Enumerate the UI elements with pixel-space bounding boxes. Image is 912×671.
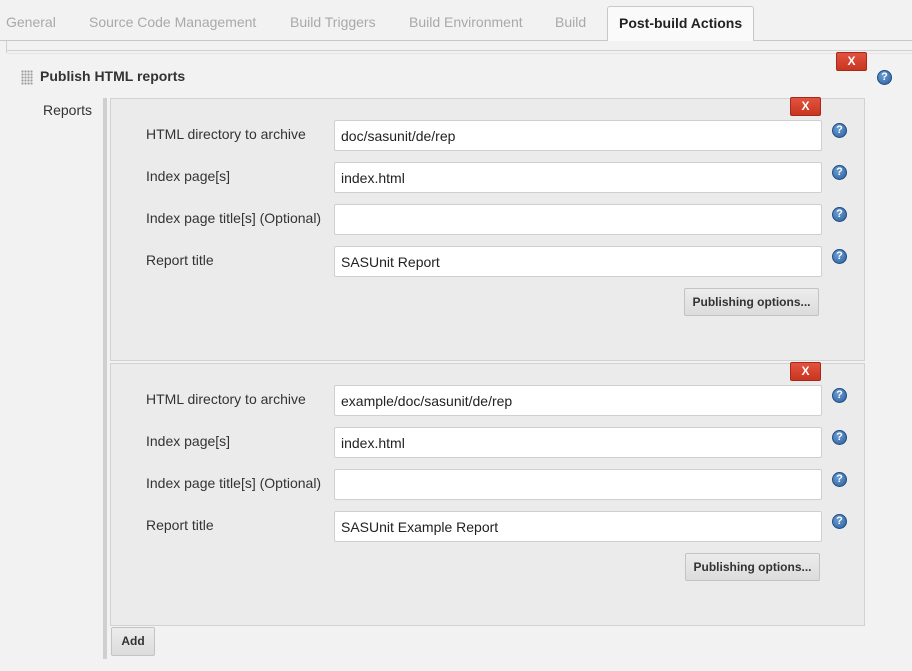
report-entry: X HTML directory to archive ? Index page… <box>110 97 865 361</box>
delete-report-button[interactable]: X <box>790 362 821 381</box>
tab-general[interactable]: General <box>6 14 56 30</box>
tab-source-code-management[interactable]: Source Code Management <box>89 14 256 30</box>
help-icon[interactable]: ? <box>832 388 847 403</box>
html-directory-input[interactable] <box>334 120 822 151</box>
reports-label: Reports <box>43 102 93 118</box>
divider <box>7 50 912 51</box>
index-pages-label: Index page[s] <box>146 433 231 449</box>
help-icon[interactable]: ? <box>832 249 847 264</box>
tab-post-build-actions[interactable]: Post-build Actions <box>607 6 755 42</box>
divider <box>6 41 7 53</box>
index-page-titles-label: Index page title[s] (Optional) <box>146 210 322 226</box>
html-directory-label: HTML directory to archive <box>146 391 306 407</box>
help-icon[interactable]: ? <box>832 207 847 222</box>
publishing-options-button[interactable]: Publishing options... <box>684 288 819 316</box>
report-title-input[interactable] <box>334 511 822 542</box>
delete-section-button[interactable]: X <box>836 52 867 71</box>
reports-rail <box>103 98 107 659</box>
help-icon[interactable]: ? <box>832 472 847 487</box>
index-page-titles-label: Index page title[s] (Optional) <box>146 475 322 491</box>
html-directory-label: HTML directory to archive <box>146 126 306 142</box>
tab-build-triggers[interactable]: Build Triggers <box>290 14 376 30</box>
index-pages-input[interactable] <box>334 427 822 458</box>
help-icon[interactable]: ? <box>832 165 847 180</box>
index-page-titles-input[interactable] <box>334 469 822 500</box>
index-pages-label: Index page[s] <box>146 168 231 184</box>
report-entry: X HTML directory to archive ? Index page… <box>110 362 865 626</box>
help-icon[interactable]: ? <box>877 70 892 85</box>
report-title-label: Report title <box>146 252 214 268</box>
help-icon[interactable]: ? <box>832 430 847 445</box>
divider <box>7 53 912 54</box>
publishing-options-button[interactable]: Publishing options... <box>685 553 820 581</box>
report-title-input[interactable] <box>334 246 822 277</box>
help-icon[interactable]: ? <box>832 514 847 529</box>
tab-build[interactable]: Build <box>555 14 586 30</box>
report-title-label: Report title <box>146 517 214 533</box>
html-directory-input[interactable] <box>334 385 822 416</box>
post-build-actions-panel: Publish HTML reports X ? Reports X HTML … <box>0 41 912 671</box>
help-icon[interactable]: ? <box>832 123 847 138</box>
drag-handle-icon[interactable] <box>21 70 33 85</box>
index-page-titles-input[interactable] <box>334 204 822 235</box>
add-report-button[interactable]: Add <box>111 627 155 656</box>
tab-build-environment[interactable]: Build Environment <box>409 14 523 30</box>
index-pages-input[interactable] <box>334 162 822 193</box>
delete-report-button[interactable]: X <box>790 97 821 116</box>
tab-bar: General Source Code Management Build Tri… <box>0 0 912 42</box>
section-title: Publish HTML reports <box>40 68 186 84</box>
